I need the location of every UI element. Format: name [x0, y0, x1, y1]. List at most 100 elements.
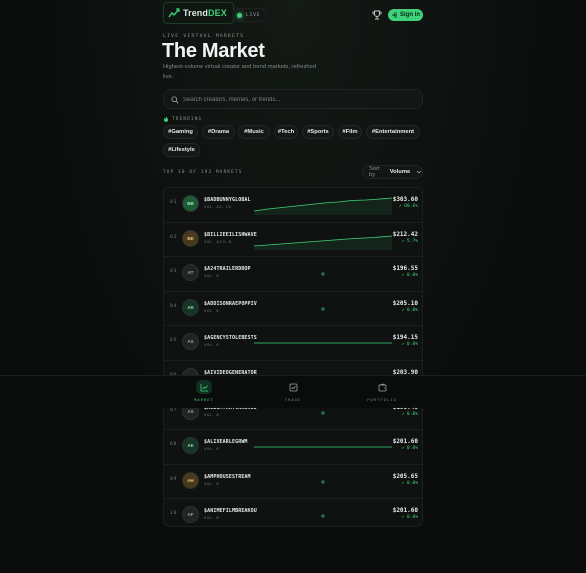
avatar: AR	[182, 298, 199, 316]
market-change-value: 0.0%	[406, 411, 418, 417]
market-change-value: 0.0%	[406, 307, 418, 313]
logo[interactable]: TrendDEX	[163, 2, 234, 24]
market-rank: 10	[170, 511, 178, 517]
markets-count-label: TOP 10 OF 193 MARKETS	[163, 170, 243, 175]
chevron-down-icon	[416, 170, 422, 174]
market-row[interactable]: 02 BE $BILLIEEILISHWAVE VOL $23.8 $212.42 ↗ 5…	[164, 223, 422, 258]
sparkline	[321, 272, 325, 276]
trophy-icon[interactable]	[371, 9, 383, 21]
avatar: AT	[182, 264, 199, 282]
market-change: ↗ 0.0%	[401, 481, 418, 486]
sparkline	[254, 197, 392, 215]
market-row[interactable]: 05 AS $AGENCYSTOLEBESTS VOL 0 $194.15 ↗ 0.0%	[164, 326, 422, 361]
sparkline-dot	[321, 307, 325, 311]
live-dot-icon	[237, 12, 242, 18]
market-volume: VOL $23.8	[204, 238, 232, 244]
market-rank: 02	[170, 234, 178, 240]
avatar: AF	[182, 506, 199, 524]
market-volume: VOL 0	[204, 480, 220, 486]
avatar: AE	[182, 437, 199, 455]
search-icon	[171, 96, 179, 104]
page: TrendDEX LIVE Sign in LIVE VIRTUAL MARKE…	[159, 0, 427, 573]
logo-mark-icon	[168, 8, 180, 18]
tag-music[interactable]: #Music	[238, 125, 270, 139]
market-change-value: 80.6%	[404, 204, 418, 209]
market-change: ↗ 0.0%	[401, 273, 418, 278]
market-rank: 08	[170, 442, 178, 448]
sparkline-dot	[321, 272, 325, 276]
market-change: ↗ 0.0%	[401, 446, 418, 451]
market-rank: 03	[170, 269, 178, 275]
market-symbol[interactable]: $ANIMEFILMBREAKOU	[204, 508, 257, 514]
market-volume: VOL 0	[204, 342, 220, 348]
sparkline	[321, 480, 325, 484]
trending-label: TRENDING	[172, 116, 203, 122]
sparkline	[321, 514, 325, 518]
market-price: $201.60	[392, 438, 418, 446]
market-price: $194.15	[392, 334, 418, 342]
sparkline-area	[254, 235, 392, 250]
tag-drama[interactable]: #Drama	[202, 125, 235, 139]
market-symbol[interactable]: $BADBUNNYGLOBAL	[204, 197, 251, 203]
tag-gaming[interactable]: #Gaming	[163, 125, 198, 139]
market-rank: 01	[170, 200, 178, 205]
market-row[interactable]: 10 AF $ANIMEFILMBREAKOU VOL 0 $201.60 ↗ 0.0%	[164, 499, 422, 526]
nav-market[interactable]: MARKET	[184, 380, 224, 406]
tag-sports[interactable]: #Sports	[302, 125, 334, 139]
sign-in-button[interactable]: Sign in	[388, 9, 423, 21]
market-volume: VOL 0	[204, 515, 220, 521]
tag-tech[interactable]: #Tech	[274, 125, 298, 139]
trending-heading: TRENDING	[163, 116, 202, 122]
market-row[interactable]: 03 AT $A24TRAILERDROP VOL 0 $196.55 ↗ 0.0%	[164, 257, 422, 292]
market-price: $201.60	[392, 507, 418, 515]
tag-entertainment[interactable]: #Entertainment	[366, 125, 420, 139]
market-row[interactable]: 08 AE $ALIXEARLEGRWM VOL 0 $201.60 ↗ 0.0%	[164, 430, 422, 465]
market-change-value: 5.7%	[406, 238, 418, 244]
market-symbol[interactable]: $A24TRAILERDROP	[204, 266, 251, 272]
market-change: ↗ 0.0%	[401, 308, 418, 313]
nav-portfolio[interactable]: PORTFOLIO	[362, 380, 402, 406]
market-change: ↗ 0.0%	[401, 342, 418, 347]
market-rank: 09	[170, 476, 178, 482]
sparkline	[254, 235, 392, 250]
sparkline-dot	[321, 514, 325, 518]
market-symbol[interactable]: $AGENCYSTOLEBESTS	[204, 335, 257, 341]
search-bar[interactable]	[163, 89, 423, 109]
tag-lifestyle[interactable]: #Lifestyle	[163, 143, 200, 157]
market-change: ↗ 0.0%	[401, 412, 418, 417]
bottom-nav: MARKET TRADE PORTFOLIO	[0, 375, 586, 408]
nav-trade[interactable]: TRADE	[273, 380, 313, 406]
market-symbol[interactable]: $AMPHOUSESTREAM	[204, 474, 251, 480]
market-row[interactable]: 09 AH $AMPHOUSESTREAM VOL 0 $205.65 ↗ 0.0%	[164, 465, 422, 500]
market-price: $205.65	[392, 472, 418, 480]
market-row[interactable]: 04 AR $ADDISONRAEPOPPIV VOL 0 $205.10 ↗ 0.0%	[164, 292, 422, 327]
flame-icon	[164, 116, 168, 122]
page-subtitle: Highest-volume virtual creator and trend…	[163, 64, 317, 80]
sort-dropdown[interactable]: Sort by Volume	[362, 165, 423, 179]
market-price: $212.42	[392, 230, 418, 238]
market-volume: VOL 0	[204, 307, 220, 313]
market-volume: VOL 0	[204, 273, 220, 279]
market-change-value: 0.0%	[406, 515, 418, 521]
market-volume: VOL 0	[204, 411, 220, 417]
market-change-value: 0.0%	[406, 446, 418, 452]
market-symbol[interactable]: $BILLIEEILISHWAVE	[204, 232, 257, 238]
market-volume: VOL 0	[204, 446, 220, 452]
market-change-value: 0.0%	[406, 480, 418, 486]
tag-film[interactable]: #Film	[338, 125, 362, 139]
avatar: BB	[182, 195, 199, 212]
sparkline-area	[254, 198, 392, 215]
market-change: ↗ 80.6%	[399, 204, 418, 209]
nav-market-label: MARKET	[194, 397, 214, 402]
sort-value: Volume	[389, 169, 411, 175]
nav-trade-icon-wrap	[285, 380, 301, 394]
search-input[interactable]	[183, 94, 413, 105]
market-change-value: 0.0%	[406, 342, 418, 348]
market-price: $205.10	[392, 299, 418, 307]
market-symbol[interactable]: $ADDISONRAEPOPPIV	[204, 301, 257, 307]
live-label: LIVE	[246, 12, 261, 18]
market-row[interactable]: 01 BB $BADBUNNYGLOBAL VOL $2.1K $303.60 ↗ 80.…	[164, 188, 422, 223]
market-rank: 07	[170, 407, 178, 413]
wallet-icon	[378, 383, 386, 391]
market-symbol[interactable]: $ALIXEARLEGRWM	[204, 439, 248, 445]
